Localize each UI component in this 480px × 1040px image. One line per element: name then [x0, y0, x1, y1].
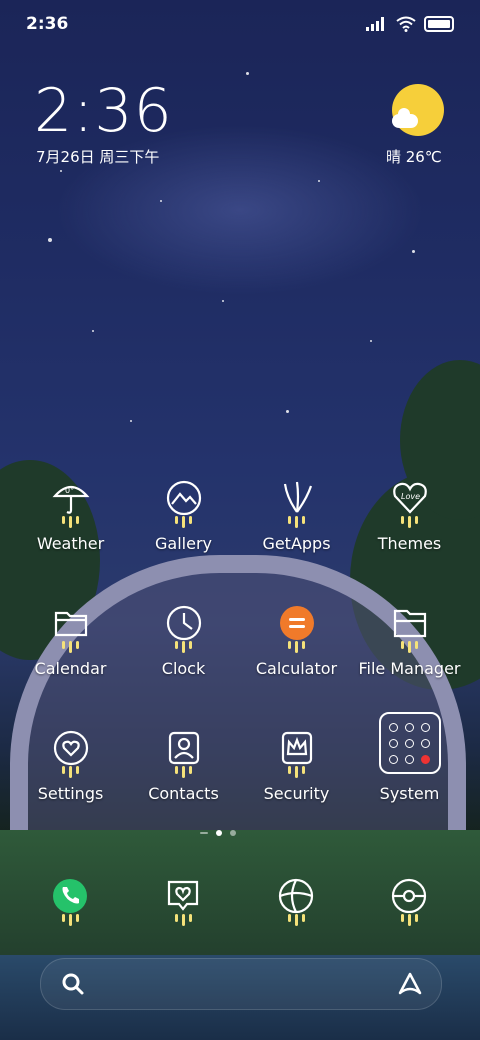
- app-security[interactable]: Security: [240, 728, 353, 803]
- app-label: Calendar: [34, 659, 107, 678]
- app-themes[interactable]: Love Themes: [353, 478, 466, 553]
- weather-widget-text[interactable]: 晴 26℃: [386, 146, 442, 167]
- page-dot[interactable]: [200, 832, 208, 834]
- crown-icon: [277, 728, 317, 768]
- calculator-icon: [277, 603, 317, 643]
- page-dot-active[interactable]: [216, 830, 222, 836]
- assistant-icon[interactable]: [397, 971, 423, 997]
- app-weather[interactable]: 0° Weather: [14, 478, 127, 553]
- app-label: File Manager: [358, 659, 461, 678]
- app-label: Weather: [36, 534, 105, 553]
- heart-circle-icon: [51, 728, 91, 768]
- app-label: Settings: [37, 784, 104, 803]
- mountain-icon: [164, 478, 204, 518]
- dock-messages[interactable]: [153, 876, 213, 928]
- search-icon[interactable]: [61, 972, 85, 996]
- app-gallery[interactable]: Gallery: [127, 478, 240, 553]
- app-settings[interactable]: Settings: [14, 728, 127, 803]
- app-system-folder[interactable]: System: [353, 712, 466, 803]
- svg-text:Love: Love: [401, 492, 420, 501]
- umbrella-icon: 0°: [51, 478, 91, 518]
- phone-icon: [50, 876, 90, 916]
- app-clock[interactable]: Clock: [127, 603, 240, 678]
- dock-camera[interactable]: [379, 876, 439, 928]
- search-bar[interactable]: [40, 958, 442, 1010]
- folder-grid-icon: [378, 712, 441, 774]
- page-dot[interactable]: [230, 830, 236, 836]
- bunny-ears-icon: [277, 478, 317, 518]
- folder-icon: [51, 603, 91, 643]
- status-bar: 2:36: [0, 0, 480, 50]
- status-time: 2:36: [26, 14, 69, 34]
- ball-icon: [276, 876, 316, 916]
- app-label: Clock: [161, 659, 206, 678]
- clock-widget-date[interactable]: 7月26日 周三下午: [36, 146, 159, 167]
- wifi-icon: [396, 16, 416, 32]
- app-getapps[interactable]: GetApps: [240, 478, 353, 553]
- signal-icon: [366, 17, 384, 31]
- app-label: Themes: [377, 534, 442, 553]
- heart-love-icon: Love: [390, 478, 430, 518]
- app-label: Contacts: [148, 784, 219, 803]
- app-contacts[interactable]: Contacts: [127, 728, 240, 803]
- clock-icon: [164, 603, 204, 643]
- battery-icon: [424, 16, 454, 32]
- heart-bubble-icon: [163, 876, 203, 916]
- app-label: Calculator: [255, 659, 338, 678]
- app-label: GetApps: [262, 534, 331, 553]
- app-label: Gallery: [155, 534, 212, 553]
- contact-card-icon: [164, 728, 204, 768]
- svg-text:0°: 0°: [65, 486, 74, 495]
- app-calendar[interactable]: Calendar: [14, 603, 127, 678]
- app-label: System: [379, 784, 440, 803]
- app-label: Security: [263, 784, 330, 803]
- folder-icon: [390, 603, 430, 643]
- pokeball-icon: [389, 876, 429, 916]
- app-calculator[interactable]: Calculator: [240, 603, 353, 678]
- clock-widget-time[interactable]: 2:36: [34, 76, 173, 146]
- page-indicator[interactable]: [200, 830, 236, 836]
- dock-phone[interactable]: [40, 876, 100, 928]
- dock-browser[interactable]: [266, 876, 326, 928]
- cloud-icon: [392, 108, 418, 128]
- app-file-manager[interactable]: File Manager: [353, 603, 466, 678]
